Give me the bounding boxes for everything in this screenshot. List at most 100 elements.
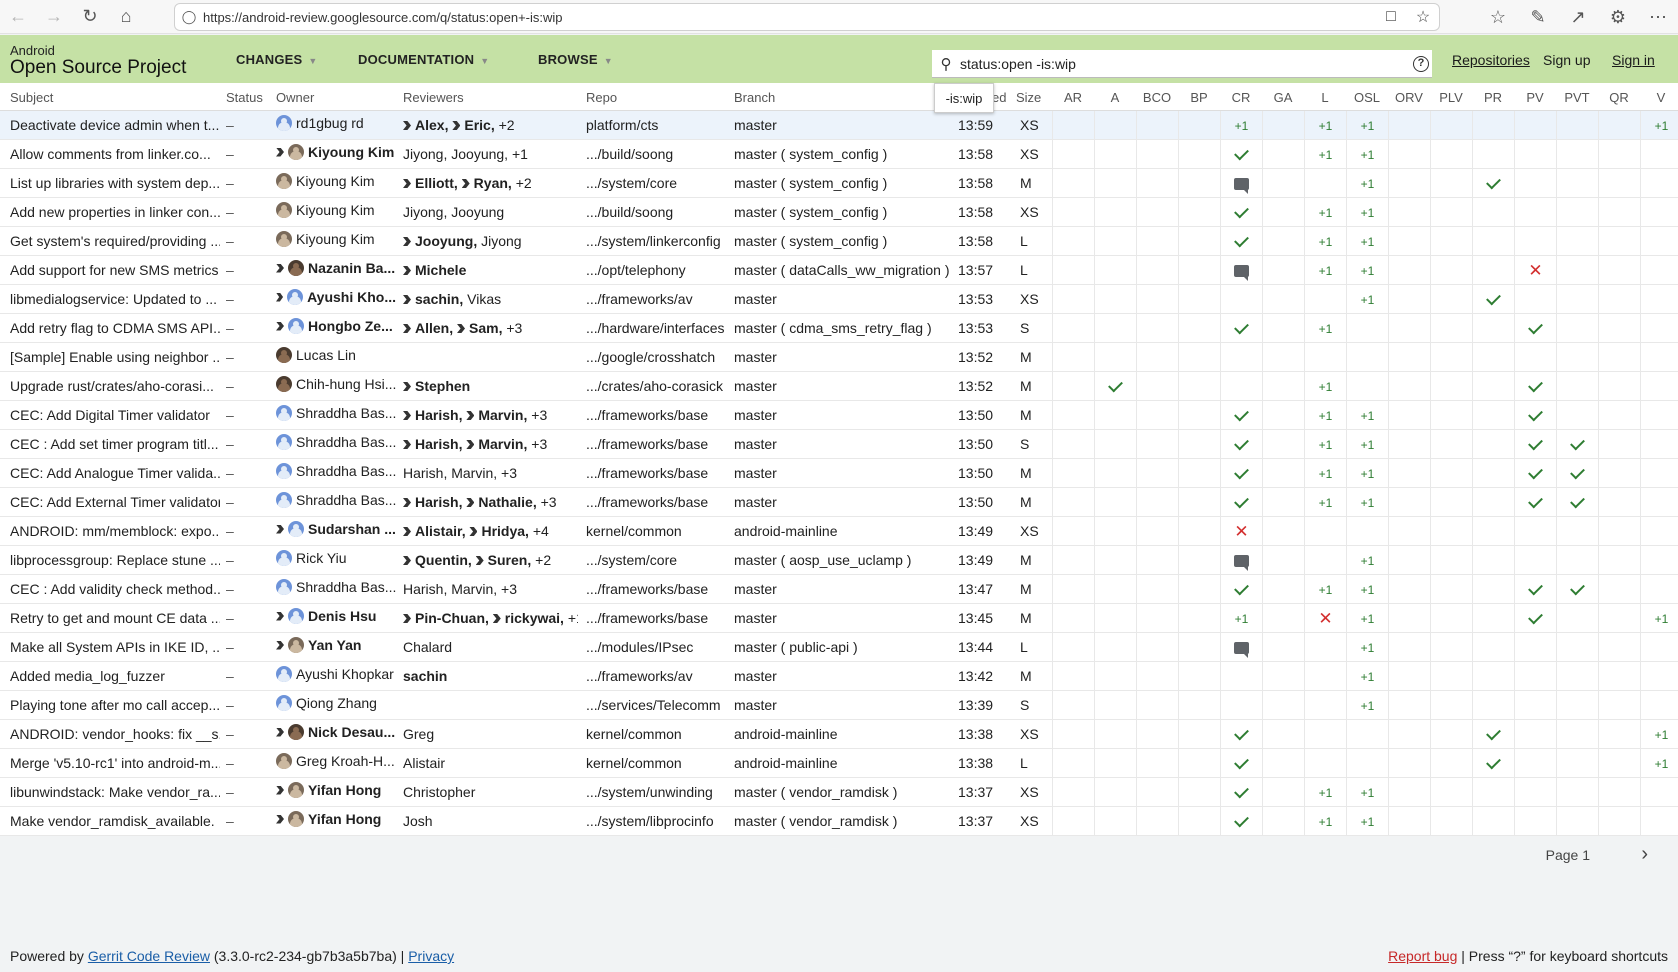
reviewer-name[interactable]: Josh [403,813,433,829]
change-branch[interactable]: master [734,291,956,307]
refresh-icon[interactable]: ↻ [72,0,108,34]
change-branch[interactable]: master [734,668,956,684]
chevron-right-icon[interactable]: › [1641,843,1648,866]
change-repo[interactable]: .../system/core [586,552,732,568]
change-reviewers[interactable]: Jiyong, Jooyung, +1 [403,146,578,162]
table-row[interactable]: libunwindstack: Make vendor_ra... – Yifan … [0,778,1678,807]
reader-icon[interactable]: □ [1375,8,1407,26]
pen-icon[interactable]: ✎ [1518,0,1558,34]
change-owner[interactable]: Shraddha Bas... [276,434,396,450]
table-row[interactable]: libmedialogservice: Updated to ... – Ayush… [0,285,1678,314]
table-row[interactable]: Added media_log_fuzzer – Ayushi Khopkar sac… [0,662,1678,691]
change-subject[interactable]: Allow comments from linker.co... [10,146,220,162]
change-repo[interactable]: .../system/core [586,175,732,191]
change-branch[interactable]: android-mainline [734,523,956,539]
reviewer-name[interactable]: +2 [516,175,532,191]
owner-name[interactable]: Sudarshan ... [308,521,396,537]
reviewer-name[interactable]: Jiyong [481,233,521,249]
home-icon[interactable]: ⌂ [108,0,144,34]
change-owner[interactable]: Greg Kroah-H... [276,753,396,769]
owner-name[interactable]: Shraddha Bas... [296,463,396,479]
owner-name[interactable]: Rick Yiu [296,550,347,566]
table-row[interactable]: ANDROID: vendor_hooks: fix __s... – Nick D… [0,720,1678,749]
sign-in-link[interactable]: Sign in [1612,52,1655,68]
reviewer-name[interactable]: Elliott, [415,175,458,191]
change-reviewers[interactable]: Josh [403,813,578,829]
owner-name[interactable]: Shraddha Bas... [296,579,396,595]
owner-name[interactable]: Shraddha Bas... [296,434,396,450]
change-subject[interactable]: libprocessgroup: Replace stune ... [10,552,220,568]
reviewer-name[interactable]: Ryan, [474,175,512,191]
reviewer-name[interactable]: Nathalie, [478,494,536,510]
brand-title[interactable]: Open Source Project [10,57,186,79]
extensions-icon[interactable]: ⚙ [1598,0,1638,34]
owner-name[interactable]: Yifan Hong [308,811,381,827]
change-subject[interactable]: ANDROID: vendor_hooks: fix __s... [10,726,220,742]
sign-up-link[interactable]: Sign up [1543,52,1590,68]
change-branch[interactable]: master [734,436,956,452]
table-row[interactable]: Make all System APIs in IKE ID, ... – Yan … [0,633,1678,662]
change-owner[interactable]: Kiyoung Kim [276,144,396,160]
reviewer-name[interactable]: Jiyong, Jooyung [403,204,504,220]
change-subject[interactable]: CEC : Add validity check method... [10,581,220,597]
table-row[interactable]: Add support for new SMS metrics – Nazanin … [0,256,1678,285]
change-subject[interactable]: Make all System APIs in IKE ID, ... [10,639,220,655]
owner-name[interactable]: Yan Yan [308,637,361,653]
change-branch[interactable]: master ( cdma_sms_retry_flag ) [734,320,956,336]
change-branch[interactable]: master [734,494,956,510]
change-owner[interactable]: Shraddha Bas... [276,405,396,421]
privacy-link[interactable]: Privacy [408,948,454,964]
change-reviewers[interactable]: Alex, Eric, +2 [403,117,578,133]
change-subject[interactable]: Added media_log_fuzzer [10,668,220,684]
change-reviewers[interactable]: Alistair [403,755,578,771]
change-branch[interactable]: master [734,581,956,597]
change-owner[interactable]: Hongbo Ze... [276,318,396,334]
change-branch[interactable]: master ( aosp_use_uclamp ) [734,552,956,568]
owner-name[interactable]: Kiyoung Kim [308,144,394,160]
owner-name[interactable]: Lucas Lin [296,347,356,363]
change-reviewers[interactable]: Harish, Marvin, +3 [403,465,578,481]
owner-name[interactable]: Nazanin Ba... [308,260,395,276]
owner-name[interactable]: Nick Desau... [308,724,395,740]
reviewer-name[interactable]: Pin-Chuan, [415,610,489,626]
reviewer-name[interactable]: Alistair [403,755,445,771]
change-repo[interactable]: .../build/soong [586,146,732,162]
reviewer-name[interactable]: Allen, [415,320,453,336]
change-subject[interactable]: Add new properties in linker con... [10,204,220,220]
change-branch[interactable]: master ( vendor_ramdisk ) [734,784,956,800]
more-icon[interactable]: ⋯ [1638,0,1678,34]
change-repo[interactable]: kernel/common [586,755,732,771]
change-branch[interactable]: master [734,117,956,133]
owner-name[interactable]: Hongbo Ze... [308,318,393,334]
reviewer-name[interactable]: Quentin, [415,552,472,568]
table-row[interactable]: CEC: Add External Timer validator – Shradd… [0,488,1678,517]
change-repo[interactable]: .../frameworks/base [586,610,732,626]
change-reviewers[interactable]: sachin, Vikas [403,291,578,307]
change-reviewers[interactable]: Michele [403,262,578,278]
owner-name[interactable]: Ayushi Khopkar [296,666,394,682]
change-branch[interactable]: master ( system_config ) [734,233,956,249]
table-row[interactable]: Get system's required/providing ... – Kiyo… [0,227,1678,256]
change-branch[interactable]: master ( system_config ) [734,146,956,162]
change-reviewers[interactable]: Greg [403,726,578,742]
change-branch[interactable]: master [734,697,956,713]
change-branch[interactable]: android-mainline [734,726,956,742]
change-branch[interactable]: master ( system_config ) [734,204,956,220]
change-owner[interactable]: Shraddha Bas... [276,579,396,595]
table-row[interactable]: Make vendor_ramdisk_available. – Yifan Hon… [0,807,1678,836]
change-owner[interactable]: Kiyoung Kim [276,173,396,189]
change-subject[interactable]: libmedialogservice: Updated to ... [10,291,220,307]
change-reviewers[interactable]: sachin [403,668,578,684]
change-owner[interactable]: Nazanin Ba... [276,260,396,276]
change-reviewers[interactable]: Harish, Marvin, +3 [403,436,578,452]
owner-name[interactable]: Kiyoung Kim [296,202,375,218]
change-subject[interactable]: CEC : Add set timer program titl... [10,436,220,452]
change-repo[interactable]: .../frameworks/av [586,668,732,684]
table-row[interactable]: Add new properties in linker con... – Kiyo… [0,198,1678,227]
change-repo[interactable]: .../frameworks/av [586,291,732,307]
reviewer-name[interactable]: +3 [531,407,547,423]
change-repo[interactable]: .../system/libprocinfo [586,813,732,829]
change-owner[interactable]: Shraddha Bas... [276,492,396,508]
table-row[interactable]: Deactivate device admin when t... – rd1gbu… [0,111,1678,140]
change-repo[interactable]: .../frameworks/base [586,407,732,423]
